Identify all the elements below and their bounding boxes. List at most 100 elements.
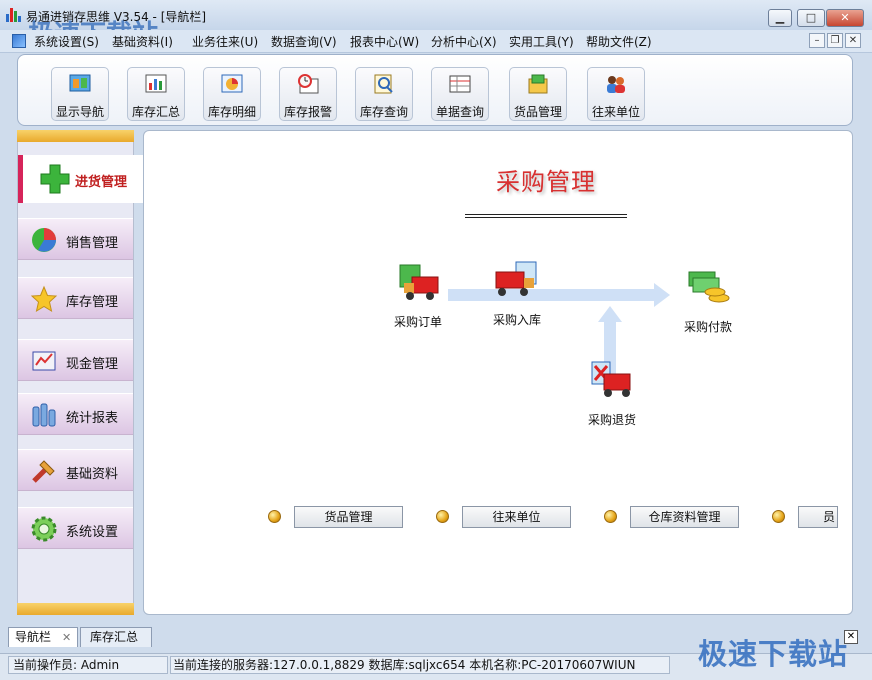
toolbar-label: 库存查询	[359, 105, 408, 119]
goods-icon	[528, 74, 548, 94]
title-divider	[465, 217, 627, 218]
toolbar-document-query[interactable]: 单据查询	[431, 67, 489, 121]
toolbar-inventory-summary[interactable]: 库存汇总	[127, 67, 185, 121]
close-icon: ✕	[846, 631, 856, 642]
toolbar-label: 库存报警	[283, 105, 332, 119]
app-icon	[6, 8, 21, 22]
nav-panel-bottom-bar	[17, 603, 134, 615]
bar-stats-icon	[32, 403, 56, 427]
mdi-close-icon: ✕	[848, 35, 858, 46]
tab-label: 导航栏	[15, 630, 52, 644]
menu-system[interactable]: 系统设置(S)	[34, 33, 99, 50]
purchase-return-icon[interactable]	[590, 360, 634, 400]
mdi-minimize-icon: –	[814, 35, 820, 46]
toolbar-label: 单据查询	[435, 105, 484, 119]
menu-tools[interactable]: 实用工具(Y)	[509, 33, 574, 50]
toolbar: 显示导航 库存汇总 库存明细 库存报警 库存查询 单据查询 货品管理 往来单位	[17, 54, 853, 126]
toolbar-label: 往来单位	[591, 105, 640, 119]
warehouse-management-button[interactable]: 仓库资料管理	[630, 506, 739, 528]
tab-close-icon[interactable]: ✕	[62, 628, 71, 647]
contacts-button[interactable]: 往来单位	[462, 506, 571, 528]
menu-analysis-center[interactable]: 分析中心(X)	[431, 33, 497, 50]
maximize-icon: □	[805, 11, 817, 24]
tab-inventory-summary[interactable]: 库存汇总	[80, 627, 152, 647]
mdi-restore-button[interactable]: ❐	[827, 33, 843, 48]
toolbar-inventory-alarm[interactable]: 库存报警	[279, 67, 337, 121]
page-title: 采购管理	[496, 168, 596, 196]
toolbar-inventory-detail[interactable]: 库存明细	[203, 67, 261, 121]
title-divider	[465, 214, 627, 215]
nav-item-basic-data[interactable]: 基础资料	[18, 449, 133, 491]
mdi-child-icon	[12, 34, 26, 48]
cash-icon	[32, 351, 56, 371]
toolbar-label: 货品管理	[513, 105, 562, 119]
toolbar-label: 库存汇总	[131, 105, 180, 119]
nav-item-reports[interactable]: 统计报表	[18, 393, 133, 435]
nav-item-sales[interactable]: 销售管理	[18, 218, 133, 260]
inventory-query-icon	[374, 74, 393, 94]
bullet-icon	[604, 510, 617, 523]
contacts-icon	[607, 76, 625, 93]
toolbar-label: 库存明细	[207, 105, 256, 119]
menu-help[interactable]: 帮助文件(Z)	[586, 33, 652, 50]
purchase-order-icon[interactable]	[398, 263, 442, 303]
document-query-icon	[449, 75, 471, 93]
flow-purchase-return[interactable]: 采购退货	[588, 411, 636, 428]
close-icon: ✕	[840, 11, 850, 24]
flow-purchase-order[interactable]: 采购订单	[394, 313, 442, 330]
mdi-minimize-button[interactable]: –	[809, 33, 825, 48]
nav-item-label: 库存管理	[66, 295, 119, 310]
flow-purchase-inbound[interactable]: 采购入库	[493, 311, 541, 328]
bullet-icon	[772, 510, 785, 523]
maximize-button[interactable]: □	[797, 9, 825, 27]
toolbar-goods-management[interactable]: 货品管理	[509, 67, 567, 121]
menu-business[interactable]: 业务往来(U)	[192, 33, 258, 50]
bullet-icon	[436, 510, 449, 523]
toolbar-show-navigation[interactable]: 显示导航	[51, 67, 109, 121]
mdi-close-button[interactable]: ✕	[845, 33, 861, 48]
nav-panel-top-bar	[17, 130, 134, 142]
pie-chart-icon	[32, 228, 56, 252]
toolbar-contacts[interactable]: 往来单位	[587, 67, 645, 121]
navigation-icon	[69, 74, 91, 92]
toolbar-label: 显示导航	[55, 105, 104, 119]
nav-item-inventory[interactable]: 库存管理	[18, 277, 133, 319]
close-button[interactable]: ✕	[826, 9, 864, 27]
flow-purchase-payment[interactable]: 采购付款	[684, 318, 732, 335]
minimize-icon: ▁	[775, 11, 785, 24]
tab-label: 库存汇总	[90, 630, 139, 644]
nav-item-label: 系统设置	[66, 525, 119, 540]
inventory-detail-icon	[221, 74, 243, 93]
nav-item-label: 基础资料	[66, 467, 119, 482]
star-icon	[30, 285, 58, 313]
inventory-alarm-icon	[298, 74, 319, 94]
purchase-inbound-icon[interactable]	[494, 260, 538, 300]
gear-icon	[31, 516, 57, 542]
nav-item-label: 销售管理	[66, 236, 119, 251]
toolbar-inventory-query[interactable]: 库存查询	[355, 67, 413, 121]
employee-button[interactable]: 员	[798, 506, 838, 528]
nav-item-purchase[interactable]: 进货管理	[18, 155, 144, 203]
nav-item-system-settings[interactable]: 系统设置	[18, 507, 133, 549]
goods-management-button[interactable]: 货品管理	[294, 506, 403, 528]
nav-item-cash[interactable]: 现金管理	[18, 339, 133, 381]
nav-item-label: 进货管理	[75, 175, 128, 190]
watermark: 极速下载站	[698, 637, 849, 671]
purchase-payment-icon[interactable]	[687, 268, 731, 308]
status-server: 当前连接的服务器:127.0.0.1,8829 数据库:sqljxc654 本机…	[170, 656, 670, 674]
status-operator: 当前操作员: Admin	[8, 656, 168, 674]
menu-report-center[interactable]: 报表中心(W)	[350, 33, 419, 50]
flow-arrows	[448, 283, 670, 386]
plus-icon	[40, 164, 70, 194]
nav-item-label: 现金管理	[66, 357, 119, 372]
minimize-button[interactable]: ▁	[768, 9, 792, 27]
menu-basic-data[interactable]: 基础资料(I)	[112, 33, 173, 50]
tools-icon	[32, 460, 55, 483]
tab-navigation[interactable]: 导航栏 ✕	[8, 627, 78, 647]
bullet-icon	[268, 510, 281, 523]
inventory-summary-icon	[145, 74, 167, 93]
mdi-restore-icon: ❐	[830, 35, 840, 46]
nav-item-label: 统计报表	[66, 411, 119, 426]
menu-bar: 系统设置(S) 基础资料(I) 业务往来(U) 数据查询(V) 报表中心(W) …	[0, 30, 872, 53]
menu-data-query[interactable]: 数据查询(V)	[271, 33, 337, 50]
